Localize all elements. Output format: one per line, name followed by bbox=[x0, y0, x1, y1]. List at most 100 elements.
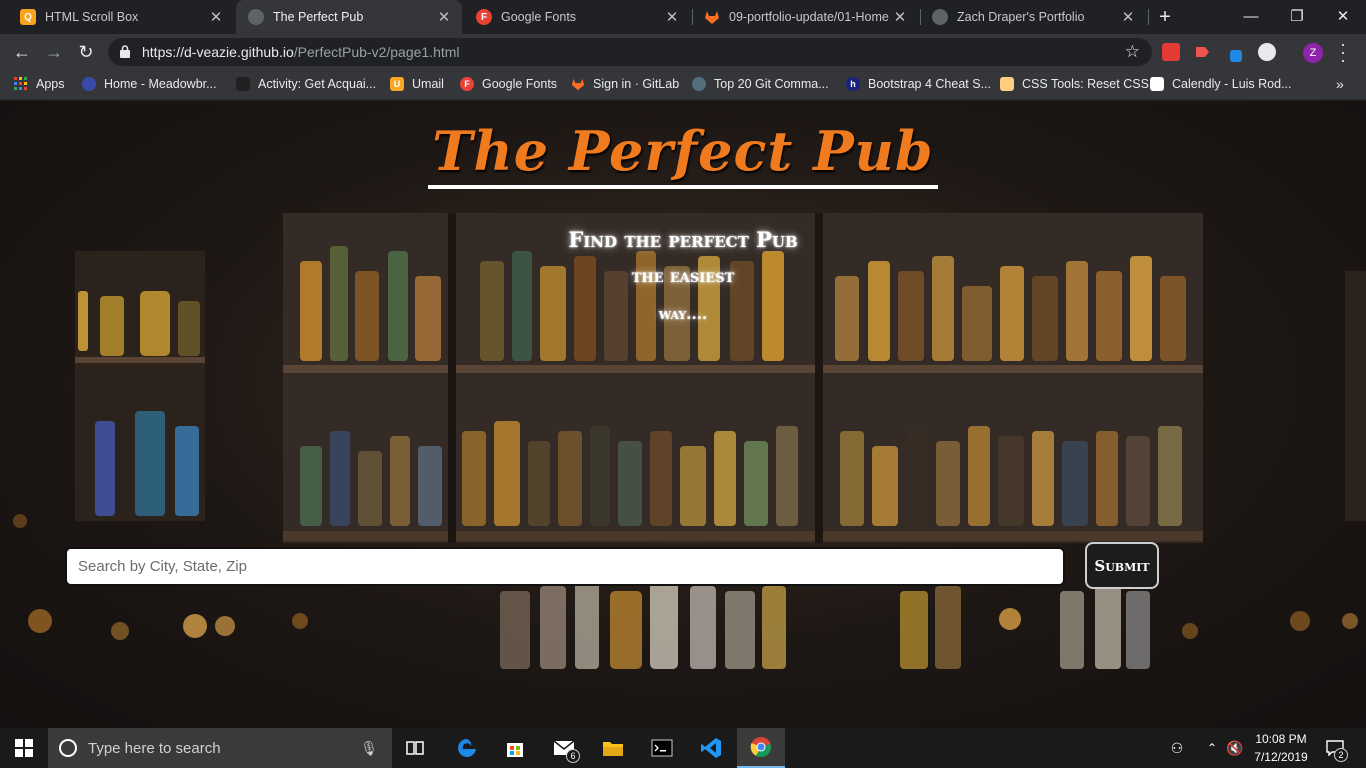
tab-html-scroll-box[interactable]: Q HTML Scroll Box ✕ bbox=[8, 0, 234, 34]
bookmark-calendly[interactable]: Calendly - Luis Rod... bbox=[1150, 70, 1292, 98]
close-tab-icon[interactable]: ✕ bbox=[208, 9, 224, 26]
bookmark-label: CSS Tools: Reset CSS bbox=[1022, 77, 1149, 91]
bookmark-git-commands[interactable]: Top 20 Git Comma... bbox=[692, 70, 829, 98]
bookmark-label: Top 20 Git Comma... bbox=[714, 77, 829, 91]
bookmark-umail[interactable]: U Umail bbox=[390, 70, 444, 98]
mail-badge: 6 bbox=[566, 749, 580, 763]
bookmark-star-icon[interactable]: ☆ bbox=[1125, 42, 1140, 62]
html-scroll-box-favicon-icon: Q bbox=[20, 9, 36, 25]
show-hidden-icons-icon[interactable]: ⌃ bbox=[1202, 728, 1222, 768]
book-icon bbox=[236, 77, 250, 91]
bookmark-gitlab[interactable]: Sign in · GitLab bbox=[571, 70, 679, 98]
volume-muted-icon[interactable]: 🔇 bbox=[1224, 728, 1246, 768]
task-view-icon[interactable] bbox=[392, 728, 440, 768]
chrome-icon[interactable] bbox=[737, 728, 785, 768]
windows-start-icon[interactable] bbox=[0, 728, 48, 768]
people-icon[interactable]: ⚇ bbox=[1166, 728, 1188, 768]
close-window-icon[interactable]: ✕ bbox=[1320, 0, 1366, 32]
page-content: The Perfect Pub Find the perfect Pub the… bbox=[0, 101, 1366, 728]
tab-google-fonts[interactable]: F Google Fonts ✕ bbox=[464, 0, 690, 34]
close-tab-icon[interactable]: ✕ bbox=[664, 9, 680, 26]
browser-toolbar: ← → ↻ https://d-veazie.github.io/Perfect… bbox=[0, 34, 1366, 70]
microphone-icon[interactable]: 🎙 bbox=[360, 740, 378, 757]
windows-taskbar: Type here to search 🎙 6 ⚇ ⌃ 🔇 10:08 PM 7… bbox=[0, 728, 1366, 768]
google-fonts-favicon-icon: F bbox=[476, 9, 492, 25]
page-title-text: The Perfect Pub bbox=[428, 119, 938, 189]
file-explorer-icon[interactable] bbox=[589, 728, 637, 768]
tab-portfolio-update[interactable]: 09-portfolio-update/01-Home ✕ bbox=[692, 0, 918, 34]
clock-date: 7/12/2019 bbox=[1254, 750, 1308, 764]
vscode-icon[interactable] bbox=[687, 728, 735, 768]
taskbar-clock[interactable]: 10:08 PM 7/12/2019 bbox=[1248, 730, 1314, 766]
tab-title: HTML Scroll Box bbox=[45, 10, 139, 24]
meadowbrook-icon bbox=[82, 77, 96, 91]
taskbar-search-box[interactable]: Type here to search 🎙 bbox=[48, 728, 392, 768]
submit-button[interactable]: Submit bbox=[1085, 542, 1159, 589]
bookmark-label: Bootstrap 4 Cheat S... bbox=[868, 77, 991, 91]
tab-strip: Q HTML Scroll Box ✕ The Perfect Pub ✕ F … bbox=[0, 0, 1366, 34]
bookmark-label: Google Fonts bbox=[482, 77, 558, 91]
url-text[interactable]: https://d-veazie.github.io/PerfectPub-v2… bbox=[142, 44, 460, 60]
globe-favicon-icon bbox=[248, 9, 264, 25]
tagline-line-2: the easiest bbox=[631, 266, 735, 287]
search-input[interactable] bbox=[65, 547, 1065, 586]
bookmark-bootstrap-cheat-sheet[interactable]: h Bootstrap 4 Cheat S... bbox=[846, 70, 991, 98]
bookmark-apps[interactable]: Apps bbox=[14, 70, 65, 98]
tab-title: Google Fonts bbox=[501, 10, 577, 24]
dev-tools-extension-icon[interactable] bbox=[1258, 43, 1276, 61]
gitlab-favicon-icon bbox=[704, 9, 720, 25]
extension-icon[interactable] bbox=[1162, 43, 1180, 61]
terminal-icon[interactable] bbox=[638, 728, 686, 768]
color-picker-extension-icon[interactable] bbox=[1230, 50, 1242, 62]
restore-icon[interactable]: ❐ bbox=[1274, 0, 1320, 32]
gitlab-icon bbox=[571, 77, 585, 91]
cortana-icon bbox=[59, 739, 77, 757]
new-tab-icon[interactable]: + bbox=[1154, 6, 1176, 28]
url-host: https://d-veazie.github.io bbox=[142, 44, 294, 60]
profile-avatar[interactable]: Z bbox=[1303, 43, 1323, 63]
taskbar-search-placeholder: Type here to search bbox=[88, 739, 221, 757]
bookmark-label: Activity: Get Acquai... bbox=[258, 77, 377, 91]
minimize-icon[interactable]: — bbox=[1228, 0, 1274, 32]
tagline-line-1: Find the perfect Pub bbox=[568, 227, 798, 252]
store-icon[interactable] bbox=[491, 728, 539, 768]
edge-icon[interactable] bbox=[443, 728, 491, 768]
git-icon bbox=[692, 77, 706, 91]
bookmark-label: Umail bbox=[412, 77, 444, 91]
bookmark-home-meadowbrook[interactable]: Home - Meadowbr... bbox=[82, 70, 217, 98]
globe-favicon-icon bbox=[932, 9, 948, 25]
forward-icon[interactable]: → bbox=[40, 38, 68, 66]
video-extension-icon[interactable] bbox=[1193, 43, 1211, 61]
css-tools-icon bbox=[1000, 77, 1014, 91]
google-fonts-icon: F bbox=[460, 77, 474, 91]
lock-icon[interactable] bbox=[120, 45, 130, 58]
close-tab-icon[interactable]: ✕ bbox=[892, 9, 908, 26]
tagline-line-3: way.... bbox=[658, 305, 708, 323]
address-bar[interactable]: https://d-veazie.github.io/PerfectPub-v2… bbox=[108, 38, 1152, 66]
more-bookmarks-icon[interactable]: » bbox=[1336, 76, 1344, 92]
back-icon[interactable]: ← bbox=[8, 38, 36, 66]
bookmark-label: Sign in · GitLab bbox=[593, 77, 680, 91]
tab-the-perfect-pub[interactable]: The Perfect Pub ✕ bbox=[236, 0, 462, 34]
bookmark-label: Home - Meadowbr... bbox=[104, 77, 217, 91]
apps-grid-icon bbox=[14, 77, 28, 91]
bookmark-activity[interactable]: Activity: Get Acquai... bbox=[236, 70, 376, 98]
close-tab-icon[interactable]: ✕ bbox=[436, 9, 452, 26]
bookmark-css-tools[interactable]: CSS Tools: Reset CSS bbox=[1000, 70, 1149, 98]
calendly-icon bbox=[1150, 77, 1164, 91]
bookmark-google-fonts[interactable]: F Google Fonts bbox=[460, 70, 557, 98]
bar-shelves-background bbox=[13, 213, 1366, 669]
tab-title: 09-portfolio-update/01-Home bbox=[729, 10, 889, 24]
action-center-icon[interactable]: 2 bbox=[1322, 728, 1348, 768]
tab-zach-draper-portfolio[interactable]: Zach Draper's Portfolio ✕ bbox=[920, 0, 1146, 34]
reload-icon[interactable]: ↻ bbox=[72, 38, 100, 66]
bookmarks-bar: Apps Home - Meadowbr... Activity: Get Ac… bbox=[0, 70, 1366, 100]
tab-title: The Perfect Pub bbox=[273, 10, 364, 24]
url-path: /PerfectPub-v2/page1.html bbox=[293, 44, 460, 60]
mail-icon[interactable]: 6 bbox=[540, 728, 588, 768]
page-title: The Perfect Pub bbox=[0, 119, 1366, 189]
close-tab-icon[interactable]: ✕ bbox=[1120, 9, 1136, 26]
clock-time: 10:08 PM bbox=[1255, 732, 1307, 746]
bootstrap-icon: h bbox=[846, 77, 860, 91]
chrome-menu-icon[interactable]: · · · bbox=[1336, 35, 1350, 69]
